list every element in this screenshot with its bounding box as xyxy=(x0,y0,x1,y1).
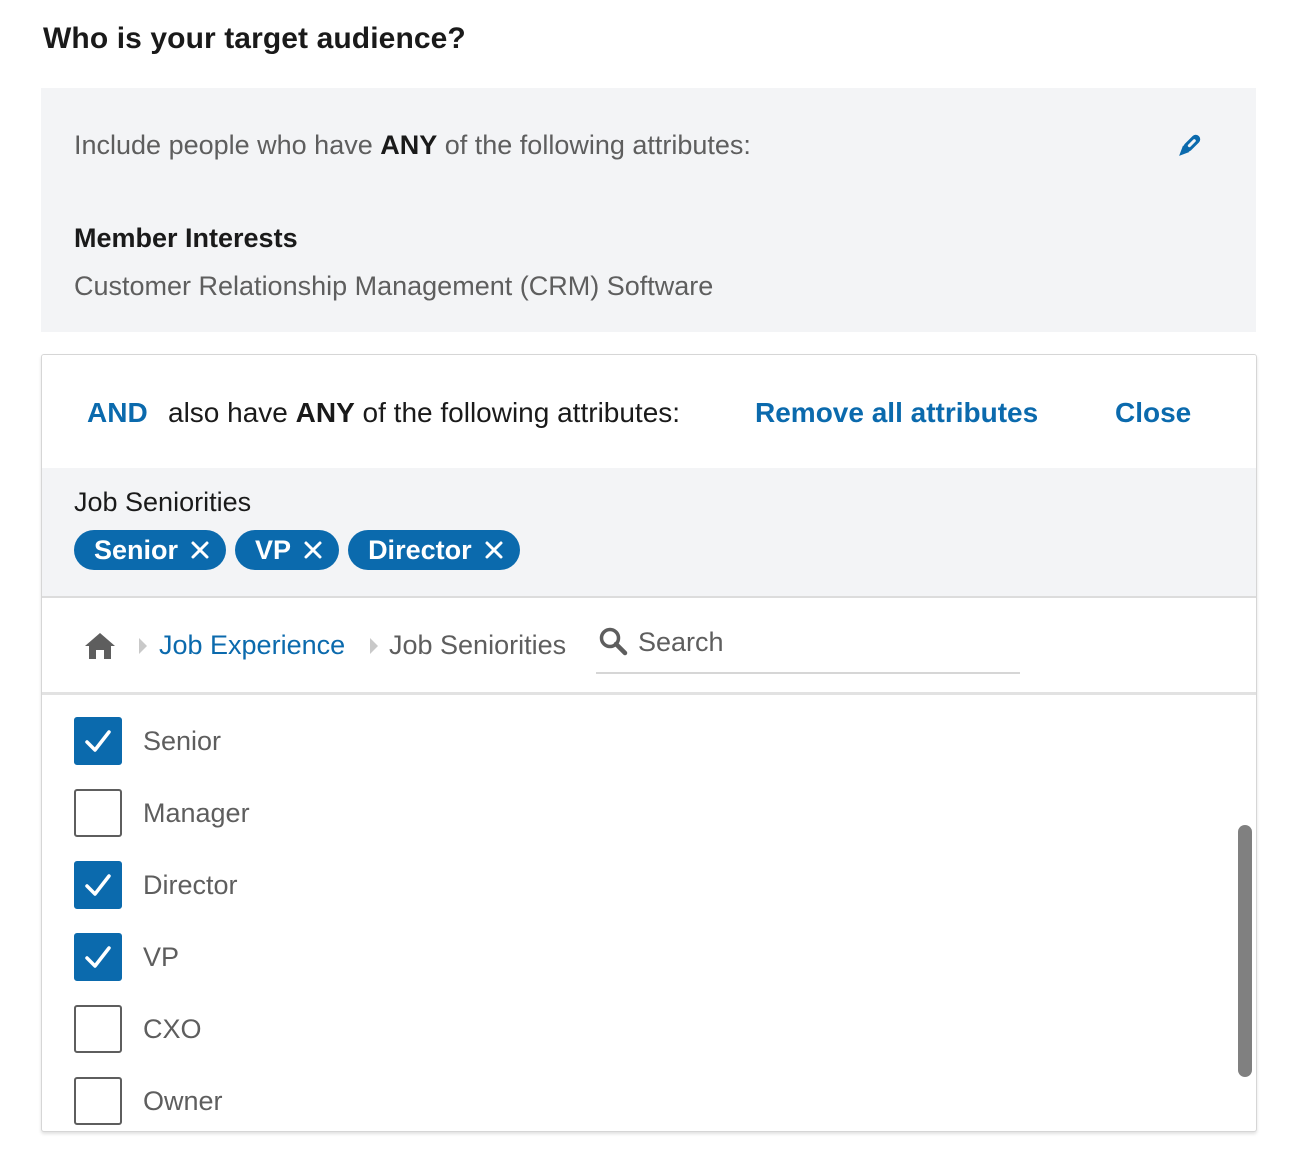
option-label: Manager xyxy=(143,797,250,828)
remove-icon[interactable] xyxy=(303,540,323,560)
selected-pills: Senior VP Director xyxy=(74,530,520,570)
close-button[interactable]: Close xyxy=(1115,397,1191,429)
include-text-emphasis: ANY xyxy=(380,130,438,160)
option-vp[interactable]: VP xyxy=(74,933,179,981)
breadcrumb-job-experience[interactable]: Job Experience xyxy=(159,630,345,661)
search-icon xyxy=(599,627,628,656)
and-text-suffix: of the following attributes: xyxy=(354,397,681,428)
checkbox[interactable] xyxy=(74,861,122,909)
home-icon[interactable] xyxy=(84,632,116,660)
pill-director[interactable]: Director xyxy=(348,530,520,570)
include-text-prefix: Include people who have xyxy=(74,130,381,160)
option-label: Owner xyxy=(143,1085,223,1116)
option-label: CXO xyxy=(143,1013,202,1044)
and-text-emphasis: ANY xyxy=(295,397,355,428)
remove-icon[interactable] xyxy=(190,540,210,560)
and-description: also have ANY of the following attribute… xyxy=(168,397,680,429)
pill-vp[interactable]: VP xyxy=(235,530,340,570)
option-owner[interactable]: Owner xyxy=(74,1077,223,1125)
and-text-prefix: also have xyxy=(168,397,296,428)
checkbox[interactable] xyxy=(74,717,122,765)
option-director[interactable]: Director xyxy=(74,861,238,909)
page-title: Who is your target audience? xyxy=(43,22,466,55)
scrollbar-thumb[interactable] xyxy=(1238,825,1252,1077)
checkbox[interactable] xyxy=(74,1077,122,1125)
options-list: Senior Manager Director VP CXO Owner xyxy=(42,695,1256,1131)
remove-all-attributes-button[interactable]: Remove all attributes xyxy=(755,397,1038,429)
option-label: Senior xyxy=(143,725,222,756)
category-value: Customer Relationship Management (CRM) S… xyxy=(74,271,714,301)
selected-attributes-section: Job Seniorities Senior VP Director xyxy=(42,468,1256,598)
option-label: Director xyxy=(143,869,238,900)
breadcrumb: Job Experience Job Seniorities xyxy=(42,598,1256,695)
include-description: Include people who have ANY of the follo… xyxy=(74,130,751,161)
pill-senior[interactable]: Senior xyxy=(74,530,227,570)
checkmark-icon xyxy=(85,946,111,968)
and-attributes-panel: AND also have ANY of the following attri… xyxy=(41,354,1257,1132)
and-header: AND also have ANY of the following attri… xyxy=(42,355,1256,468)
pill-label: Director xyxy=(368,534,472,565)
search-input[interactable] xyxy=(638,620,1008,664)
checkbox[interactable] xyxy=(74,933,122,981)
include-attributes-panel: Include people who have ANY of the follo… xyxy=(41,88,1256,332)
pencil-icon xyxy=(1179,134,1201,156)
remove-icon[interactable] xyxy=(484,540,504,560)
option-senior[interactable]: Senior xyxy=(74,717,221,765)
selected-category-title: Job Seniorities xyxy=(74,487,252,517)
checkmark-icon xyxy=(85,874,111,896)
and-operator-label: AND xyxy=(87,397,148,428)
chevron-right-icon xyxy=(370,638,378,654)
scrollbar[interactable] xyxy=(1238,825,1252,1081)
checkbox[interactable] xyxy=(74,789,122,837)
option-manager[interactable]: Manager xyxy=(74,789,250,837)
chevron-right-icon xyxy=(139,638,147,654)
checkbox[interactable] xyxy=(74,1005,122,1053)
option-cxo[interactable]: CXO xyxy=(74,1005,202,1053)
checkmark-icon xyxy=(85,730,111,752)
pill-label: VP xyxy=(255,534,292,565)
pill-label: Senior xyxy=(94,534,179,565)
edit-button[interactable] xyxy=(1171,128,1207,164)
option-label: VP xyxy=(143,941,180,972)
search-field xyxy=(596,620,1020,674)
category-label: Member Interests xyxy=(74,223,298,253)
include-text-suffix: of the following attributes: xyxy=(437,130,751,160)
breadcrumb-job-seniorities: Job Seniorities xyxy=(389,630,567,660)
